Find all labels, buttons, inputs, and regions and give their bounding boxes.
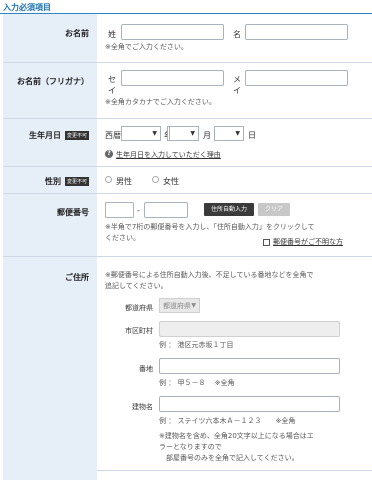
unchangeable-badge: 変更不可 <box>64 131 89 140</box>
banchi-label: 番地 <box>139 365 153 373</box>
postal-code-second-input[interactable] <box>144 202 188 218</box>
gender-label-text: 性別 <box>44 177 61 186</box>
birth-year-select[interactable]: ▼ <box>121 126 161 141</box>
banchi-input[interactable] <box>159 358 340 374</box>
name-label: お名前 <box>65 29 89 38</box>
gender-female-radio[interactable] <box>152 176 159 183</box>
city-input[interactable] <box>159 321 340 337</box>
sei-kana-prefix: セ イ <box>108 75 116 95</box>
day-suffix: 日 <box>248 131 256 140</box>
name-note: ※全角でご入力ください。 <box>105 43 188 51</box>
gender-male-radio[interactable] <box>105 176 112 183</box>
section-title: 入力必須項目 <box>3 3 51 12</box>
first-name-input[interactable] <box>245 24 348 40</box>
unchangeable-badge: 変更不可 <box>64 177 89 186</box>
row-divider <box>97 470 372 471</box>
building-example: 例 ： ステイツ六本木Ａ－１２３ ※全角 <box>159 417 296 425</box>
building-label: 建物名 <box>132 403 153 411</box>
city-example: 例 ： 港区元赤坂１丁目 <box>159 341 234 349</box>
chevron-down-icon: ▼ <box>190 130 195 137</box>
birthday-label-text: 生年月日 <box>28 131 61 140</box>
gender-male-label: 男性 <box>116 177 132 186</box>
birthday-reason-link[interactable]: 生年月日を入力していただく理由 <box>116 150 221 160</box>
furigana-label: お名前（フリガナ） <box>17 77 89 86</box>
chevron-down-icon: ▼ <box>191 302 196 309</box>
birthday-label: 生年月日 変更不可 <box>29 130 89 141</box>
address-label: ご住所 <box>65 273 89 282</box>
postal-label: 郵便番号 <box>57 208 89 217</box>
furigana-note: ※全角カタカナでご入力ください。 <box>105 98 216 106</box>
prefecture-label: 都道府県 <box>125 304 153 312</box>
birth-day-select[interactable]: ▼ <box>214 126 244 141</box>
sei-prefix: 姓 <box>108 30 116 39</box>
month-suffix: 月 <box>203 131 211 140</box>
postal-code-first-input[interactable] <box>105 202 134 218</box>
city-label: 市区町村 <box>125 327 153 335</box>
gender-label: 性別 変更不可 <box>45 176 89 187</box>
postal-separator: - <box>137 206 140 215</box>
building-input[interactable] <box>159 396 340 412</box>
address-note: ※郵便番号による住所自動入力後、不足している番地などを全角で 追記してください。 <box>105 271 314 290</box>
mei-kana-prefix: メ イ <box>233 75 241 95</box>
last-name-input[interactable] <box>121 24 224 40</box>
external-link-icon <box>263 239 270 246</box>
first-name-kana-input[interactable] <box>245 70 348 86</box>
help-icon: ? <box>105 150 113 158</box>
mei-prefix: 名 <box>233 30 241 39</box>
chevron-down-icon: ▼ <box>152 130 157 137</box>
auto-address-button[interactable]: 住所自動入力 <box>204 203 254 216</box>
row-divider <box>3 193 372 194</box>
row-divider <box>3 62 372 63</box>
row-divider <box>3 118 372 119</box>
building-note: ※建物名を含め、全角20文字以上になる場合はエ ラーとなりますので 部屋番号のみ… <box>159 432 314 462</box>
row-divider <box>3 166 372 167</box>
chevron-down-icon: ▼ <box>235 130 240 137</box>
banchi-example: 例 ： 甲５－８ ※全角 <box>159 379 235 387</box>
gender-female-label: 女性 <box>163 177 179 186</box>
last-name-kana-input[interactable] <box>121 70 224 86</box>
clear-button[interactable]: クリア <box>258 203 290 216</box>
birth-month-select[interactable]: ▼ <box>169 126 199 141</box>
prefecture-value: 都道府県 <box>163 301 191 310</box>
prefecture-select[interactable]: 都道府県 ▼ <box>159 298 200 313</box>
row-divider <box>3 256 372 257</box>
postal-unknown-link[interactable]: 郵便番号がご不明な方 <box>273 237 343 247</box>
era-label: 西暦 <box>105 131 121 140</box>
